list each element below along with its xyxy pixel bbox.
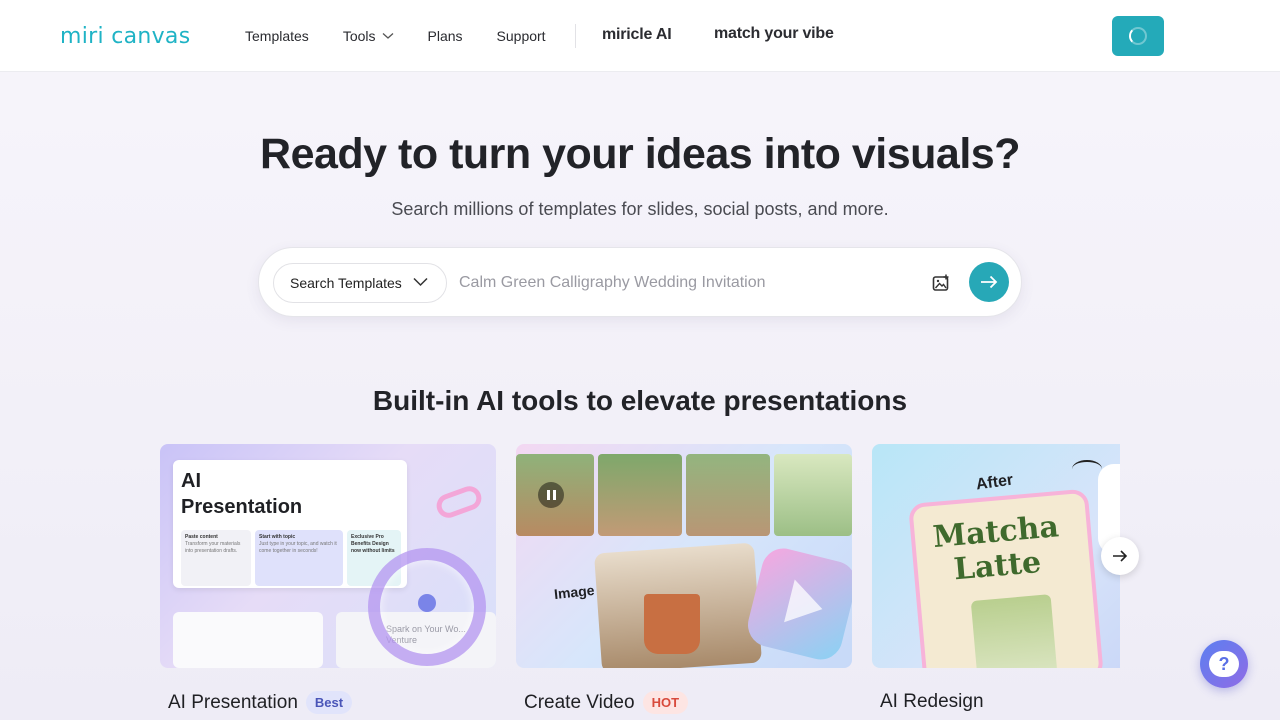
thumb-title-2: Latte xyxy=(952,544,1043,588)
search-input[interactable] xyxy=(459,268,909,298)
card-label-create-video: Create Video HOT xyxy=(524,691,689,714)
thumb-box1-text: Transform your materials into presentati… xyxy=(185,541,241,554)
nav-divider xyxy=(575,24,576,48)
card-title: AI Presentation xyxy=(168,691,298,713)
ai-tools-carousel: AI Presentation Paste content Transform … xyxy=(160,444,1120,720)
question-mark-icon: ? xyxy=(1209,651,1239,677)
miricle-ai-link[interactable]: miricle AI xyxy=(602,26,672,44)
card-ai-presentation[interactable]: AI Presentation Paste content Transform … xyxy=(160,444,496,714)
nav-plans[interactable]: Plans xyxy=(428,26,463,46)
thumb-after-label: After xyxy=(974,471,1015,494)
ai-redesign-thumbnail: After Matcha Latte xyxy=(872,444,1120,668)
create-video-thumbnail: Image xyxy=(516,444,852,668)
match-your-vibe-link[interactable]: match your vibe xyxy=(714,25,834,43)
card-create-video[interactable]: Image Create Video HOT xyxy=(516,444,852,714)
hot-badge: HOT xyxy=(642,691,689,714)
miricanvas-logo[interactable]: miri canvas xyxy=(60,22,190,50)
loading-spinner-icon xyxy=(1129,27,1147,45)
best-badge: Best xyxy=(305,691,353,714)
nav-templates-label: Templates xyxy=(245,28,309,44)
nav-templates[interactable]: Templates xyxy=(245,26,309,46)
card-label-ai-redesign: AI Redesign xyxy=(880,691,984,713)
top-header: miri canvas Templates Tools Plans Suppor… xyxy=(0,0,1280,72)
ai-tools-section-title: Built-in AI tools to elevate presentatio… xyxy=(372,385,908,416)
card-title: AI Redesign xyxy=(880,691,984,712)
arrow-right-icon xyxy=(1113,550,1128,562)
card-ai-redesign[interactable]: After Matcha Latte AI Redesign xyxy=(872,444,1120,712)
thumb-heading-1: AI xyxy=(181,470,201,492)
hero-subtitle: Search millions of templates for slides,… xyxy=(391,199,889,219)
nav-support[interactable]: Support xyxy=(497,26,546,46)
thumb-box3-title: Exclusive Pro Benefits Design now withou… xyxy=(351,534,395,554)
login-button[interactable] xyxy=(1112,16,1164,56)
carousel-next-button[interactable] xyxy=(1101,537,1139,575)
nav-plans-label: Plans xyxy=(427,28,463,44)
chevron-down-icon xyxy=(382,33,393,39)
card-title: Create Video xyxy=(524,691,635,713)
thumb-box2-title: Start with topic xyxy=(259,534,296,540)
hero-title: Ready to turn your ideas into visuals? xyxy=(260,130,1020,178)
arrow-right-icon xyxy=(981,275,998,289)
search-bar: Search Templates xyxy=(258,247,1022,317)
search-type-label: Search Templates xyxy=(290,275,402,291)
thumb-heading-2: Presentation xyxy=(181,496,303,518)
thumb-image-label: Image xyxy=(553,581,596,603)
image-search-icon[interactable] xyxy=(931,273,951,293)
chevron-down-icon xyxy=(413,277,428,287)
main-nav: Templates Tools Plans Support xyxy=(245,26,580,46)
ribbon-decoration-icon xyxy=(433,482,485,522)
search-type-dropdown[interactable]: Search Templates xyxy=(273,263,447,303)
nav-tools[interactable]: Tools xyxy=(343,26,394,46)
thumb-box1-title: Paste content xyxy=(185,534,218,540)
search-submit-button[interactable] xyxy=(969,262,1009,302)
pause-icon xyxy=(538,482,564,508)
ai-presentation-thumbnail: AI Presentation Paste content Transform … xyxy=(160,444,496,668)
nav-tools-label: Tools xyxy=(342,28,376,44)
nav-support-label: Support xyxy=(496,28,546,44)
card-label-ai-presentation: AI Presentation Best xyxy=(168,691,353,714)
help-chat-button[interactable]: ? xyxy=(1200,640,1248,688)
thumb-box2-text: Just type in your topic, and watch it co… xyxy=(259,541,337,554)
